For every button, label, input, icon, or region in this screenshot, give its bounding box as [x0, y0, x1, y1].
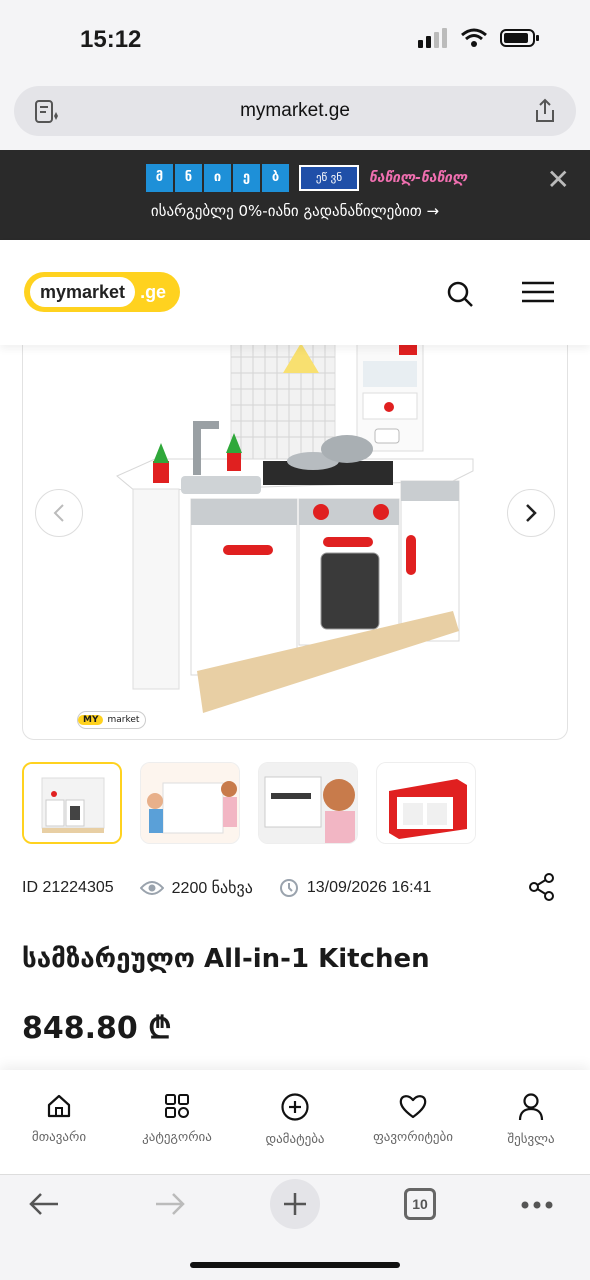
bottom-nav: მთავარი კატეგორია დამატება ფავორიტები შე… [0, 1070, 590, 1174]
thumbnail-3[interactable] [258, 762, 358, 844]
site-logo[interactable]: mymarket .ge [24, 272, 180, 312]
browser-toolbar: 10 [0, 1174, 590, 1280]
nav-category-label: კატეგორია [142, 1130, 212, 1145]
new-tab-button[interactable] [270, 1179, 320, 1229]
tabs-count-button[interactable]: 10 [404, 1188, 436, 1220]
url-text: mymarket.ge [240, 100, 350, 121]
product-title: სამზარეულო All-in-1 Kitchen [22, 944, 430, 974]
promo-banner[interactable]: მ ნ ი ე ბ ეწ ვნ ნაწილ-ნაწილ ისარგებლე 0%… [0, 150, 590, 240]
nav-home[interactable]: მთავარი [0, 1070, 118, 1174]
gallery-prev-button[interactable] [35, 489, 83, 537]
plus-circle-icon [281, 1093, 309, 1121]
nav-favorites-label: ფავორიტები [373, 1130, 453, 1145]
product-price: 848.80 ₾ [22, 1011, 172, 1046]
product-views: 2200 ნახვა [139, 878, 253, 898]
nav-category[interactable]: კატეგორია [118, 1070, 236, 1174]
promo-letter: ე [233, 164, 260, 192]
promo-brand-logo: მ ნ ი ე ბ [146, 164, 289, 192]
share-product-icon[interactable] [528, 872, 556, 907]
search-icon[interactable] [446, 280, 474, 312]
nav-add[interactable]: დამატება [236, 1070, 354, 1174]
nav-add-label: დამატება [265, 1132, 325, 1147]
product-meta: ID 21224305 2200 ნახვა 13/09/2026 16:41 [22, 872, 568, 904]
signal-icon [418, 28, 447, 48]
status-bar: 15:12 [0, 0, 590, 80]
promo-text: ისარგებლე 0%-იანი გადანაწილებით → [150, 202, 440, 220]
promo-logos: მ ნ ი ე ბ ეწ ვნ ნაწილ-ნაწილ [146, 164, 467, 192]
url-bar[interactable]: mymarket.ge [14, 86, 576, 136]
promo-letter: ბ [262, 164, 289, 192]
wifi-icon [461, 28, 487, 47]
menu-icon[interactable] [520, 280, 556, 308]
back-arrow-icon[interactable] [26, 1189, 62, 1223]
product-id: ID 21224305 [22, 879, 114, 897]
thumbnail-1[interactable] [22, 762, 122, 844]
views-text: 2200 ნახვა [171, 880, 253, 897]
gallery-next-button[interactable] [507, 489, 555, 537]
logo-main: mymarket [30, 277, 136, 307]
reader-icon[interactable] [32, 98, 60, 132]
promo-letter: ი [204, 164, 231, 192]
product-id-text: ID 21224305 [22, 879, 114, 896]
nav-login-label: შესვლა [507, 1132, 555, 1147]
site-header: mymarket .ge [0, 240, 590, 345]
forward-arrow-icon[interactable] [152, 1189, 188, 1223]
nav-favorites[interactable]: ფავორიტები [354, 1070, 472, 1174]
promo-partner-badge: ეწ ვნ [299, 165, 359, 191]
watermark-my: MY [78, 715, 104, 725]
clock-icon [279, 879, 298, 897]
close-icon[interactable]: ✕ [547, 166, 570, 194]
plus-icon [284, 1193, 306, 1215]
home-indicator [190, 1262, 400, 1268]
product-date: 13/09/2026 16:41 [279, 878, 432, 898]
eye-icon [139, 881, 164, 895]
heart-icon [399, 1095, 427, 1119]
promo-letter: მ [146, 164, 173, 192]
thumbnail-2[interactable] [140, 762, 240, 844]
home-icon [47, 1094, 71, 1118]
more-icon[interactable] [520, 1195, 554, 1214]
grid-icon [165, 1094, 189, 1118]
status-time: 15:12 [80, 26, 142, 53]
nav-home-label: მთავარი [31, 1130, 87, 1145]
promo-pink-logo: ნაწილ-ნაწილ [369, 170, 468, 186]
status-icons [418, 28, 540, 48]
thumbnail-4[interactable] [376, 762, 476, 844]
product-gallery[interactable]: MY market [22, 320, 568, 740]
date-text: 13/09/2026 16:41 [306, 879, 432, 896]
thumbnail-image [377, 763, 475, 843]
battery-icon [500, 29, 539, 47]
share-icon[interactable] [532, 97, 558, 131]
mymarket-watermark: MY market [77, 711, 147, 729]
chevron-left-icon [53, 504, 64, 522]
browser-url-area: mymarket.ge [0, 80, 590, 150]
thumbnail-image [259, 763, 357, 843]
product-image[interactable] [23, 321, 568, 740]
thumbnail-image [141, 763, 239, 843]
promo-letter: ნ [175, 164, 202, 192]
nav-login[interactable]: შესვლა [472, 1070, 590, 1174]
chevron-right-icon [526, 504, 537, 522]
watermark-market: market [107, 715, 140, 725]
user-icon [518, 1093, 544, 1121]
thumbnail-strip [22, 762, 476, 844]
logo-ge: .ge [140, 281, 167, 302]
thumbnail-image [24, 764, 120, 842]
